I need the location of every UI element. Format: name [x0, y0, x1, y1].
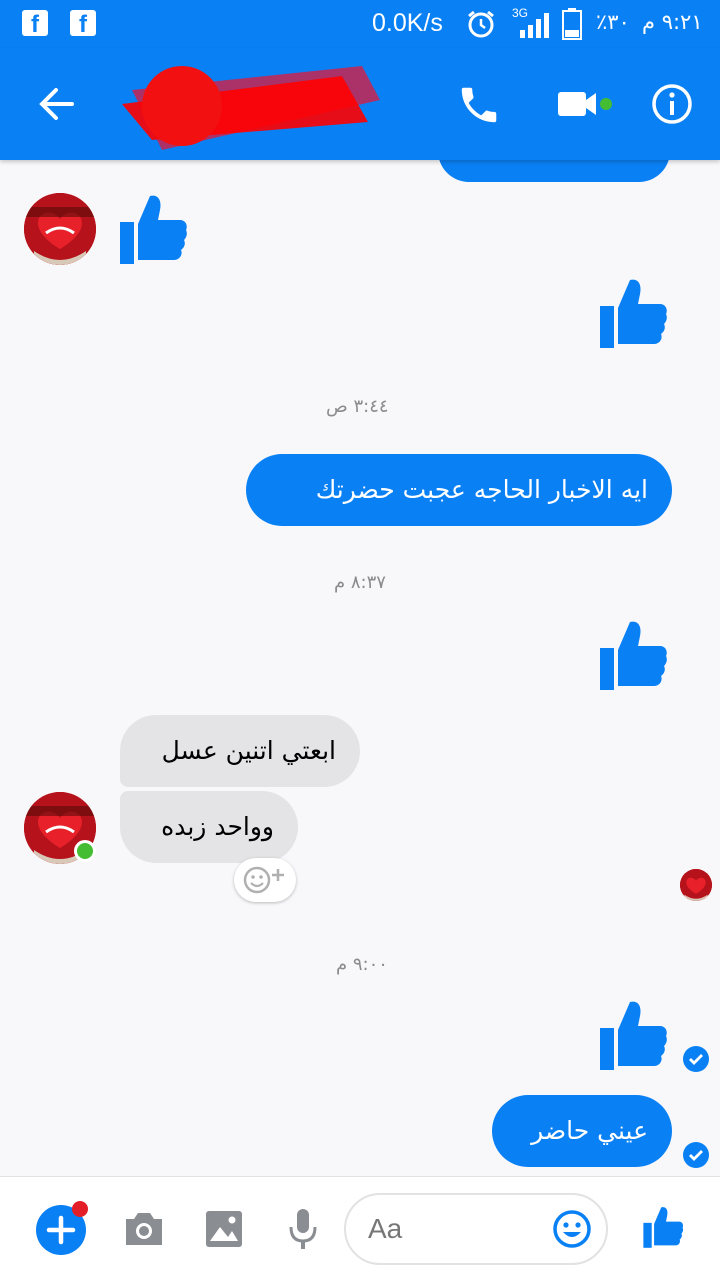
- avatar-image: [680, 869, 712, 901]
- avatar-image: [24, 193, 96, 265]
- video-icon[interactable]: [556, 86, 600, 122]
- message-text: وواحد زبده: [161, 812, 274, 841]
- message-bubble-incoming[interactable]: ابعتي اتنين عسل: [120, 715, 360, 787]
- info-icon[interactable]: [650, 82, 694, 126]
- message-text: ابعتي اتنين عسل: [161, 736, 336, 765]
- message-input[interactable]: [368, 1209, 548, 1249]
- thumbs-up-icon[interactable]: [598, 276, 668, 350]
- battery-percent: ٪٣٠: [596, 10, 630, 34]
- signal-icon: [520, 13, 549, 38]
- conversation-header: [0, 48, 720, 160]
- image-icon[interactable]: [204, 1209, 244, 1249]
- seen-avatar: [680, 869, 712, 901]
- message-text: ايه الاخبار الحاجه عجبت حضرتك: [315, 475, 648, 504]
- phone-icon[interactable]: [456, 82, 502, 128]
- thumbs-up-icon[interactable]: [642, 1205, 684, 1249]
- net-speed: 0.0K/s: [372, 9, 443, 37]
- notification-dot: [72, 1201, 88, 1217]
- timestamp: ٩:٠٠ م: [336, 954, 388, 975]
- alarm-icon: [468, 10, 494, 38]
- message-bubble-outgoing[interactable]: عيني حاضر: [492, 1095, 672, 1167]
- facebook-icon: f: [70, 10, 96, 38]
- contact-name-redacted[interactable]: [122, 60, 382, 152]
- message-bubble-outgoing[interactable]: ايه الاخبار الحاجه عجبت حضرتك: [246, 454, 672, 526]
- status-time: ٩:٢١ م: [642, 10, 703, 34]
- message-text: عيني حاضر: [531, 1116, 648, 1145]
- thumbs-up-icon[interactable]: [598, 618, 668, 692]
- delivered-check-icon: [683, 1046, 709, 1072]
- camera-icon[interactable]: [122, 1209, 166, 1249]
- timestamp: ٨:٣٧ م: [334, 572, 386, 593]
- battery-icon: [562, 8, 582, 40]
- delivered-check-icon: [683, 1142, 709, 1168]
- emoji-add-icon: [243, 866, 284, 894]
- contact-avatar[interactable]: [24, 193, 96, 265]
- emoji-icon[interactable]: [552, 1209, 592, 1249]
- thumbs-up-icon[interactable]: [118, 192, 188, 266]
- back-arrow-icon[interactable]: [36, 84, 76, 124]
- message-input-container[interactable]: [344, 1193, 608, 1265]
- thumbs-up-icon[interactable]: [598, 998, 668, 1072]
- microphone-icon[interactable]: [288, 1207, 318, 1251]
- add-reaction-button[interactable]: [234, 858, 296, 902]
- online-status-dot: [74, 840, 96, 862]
- more-actions-button[interactable]: [36, 1201, 88, 1255]
- facebook-icon: f: [22, 10, 48, 38]
- timestamp: ٣:٤٤ ص: [326, 396, 389, 417]
- composer-bar: [0, 1176, 720, 1280]
- message-bubble-incoming[interactable]: وواحد زبده: [120, 791, 298, 863]
- active-indicator: [600, 98, 612, 110]
- status-bar: f f 0.0K/s 3G ٪٣٠ ٩:٢١ م: [0, 0, 720, 48]
